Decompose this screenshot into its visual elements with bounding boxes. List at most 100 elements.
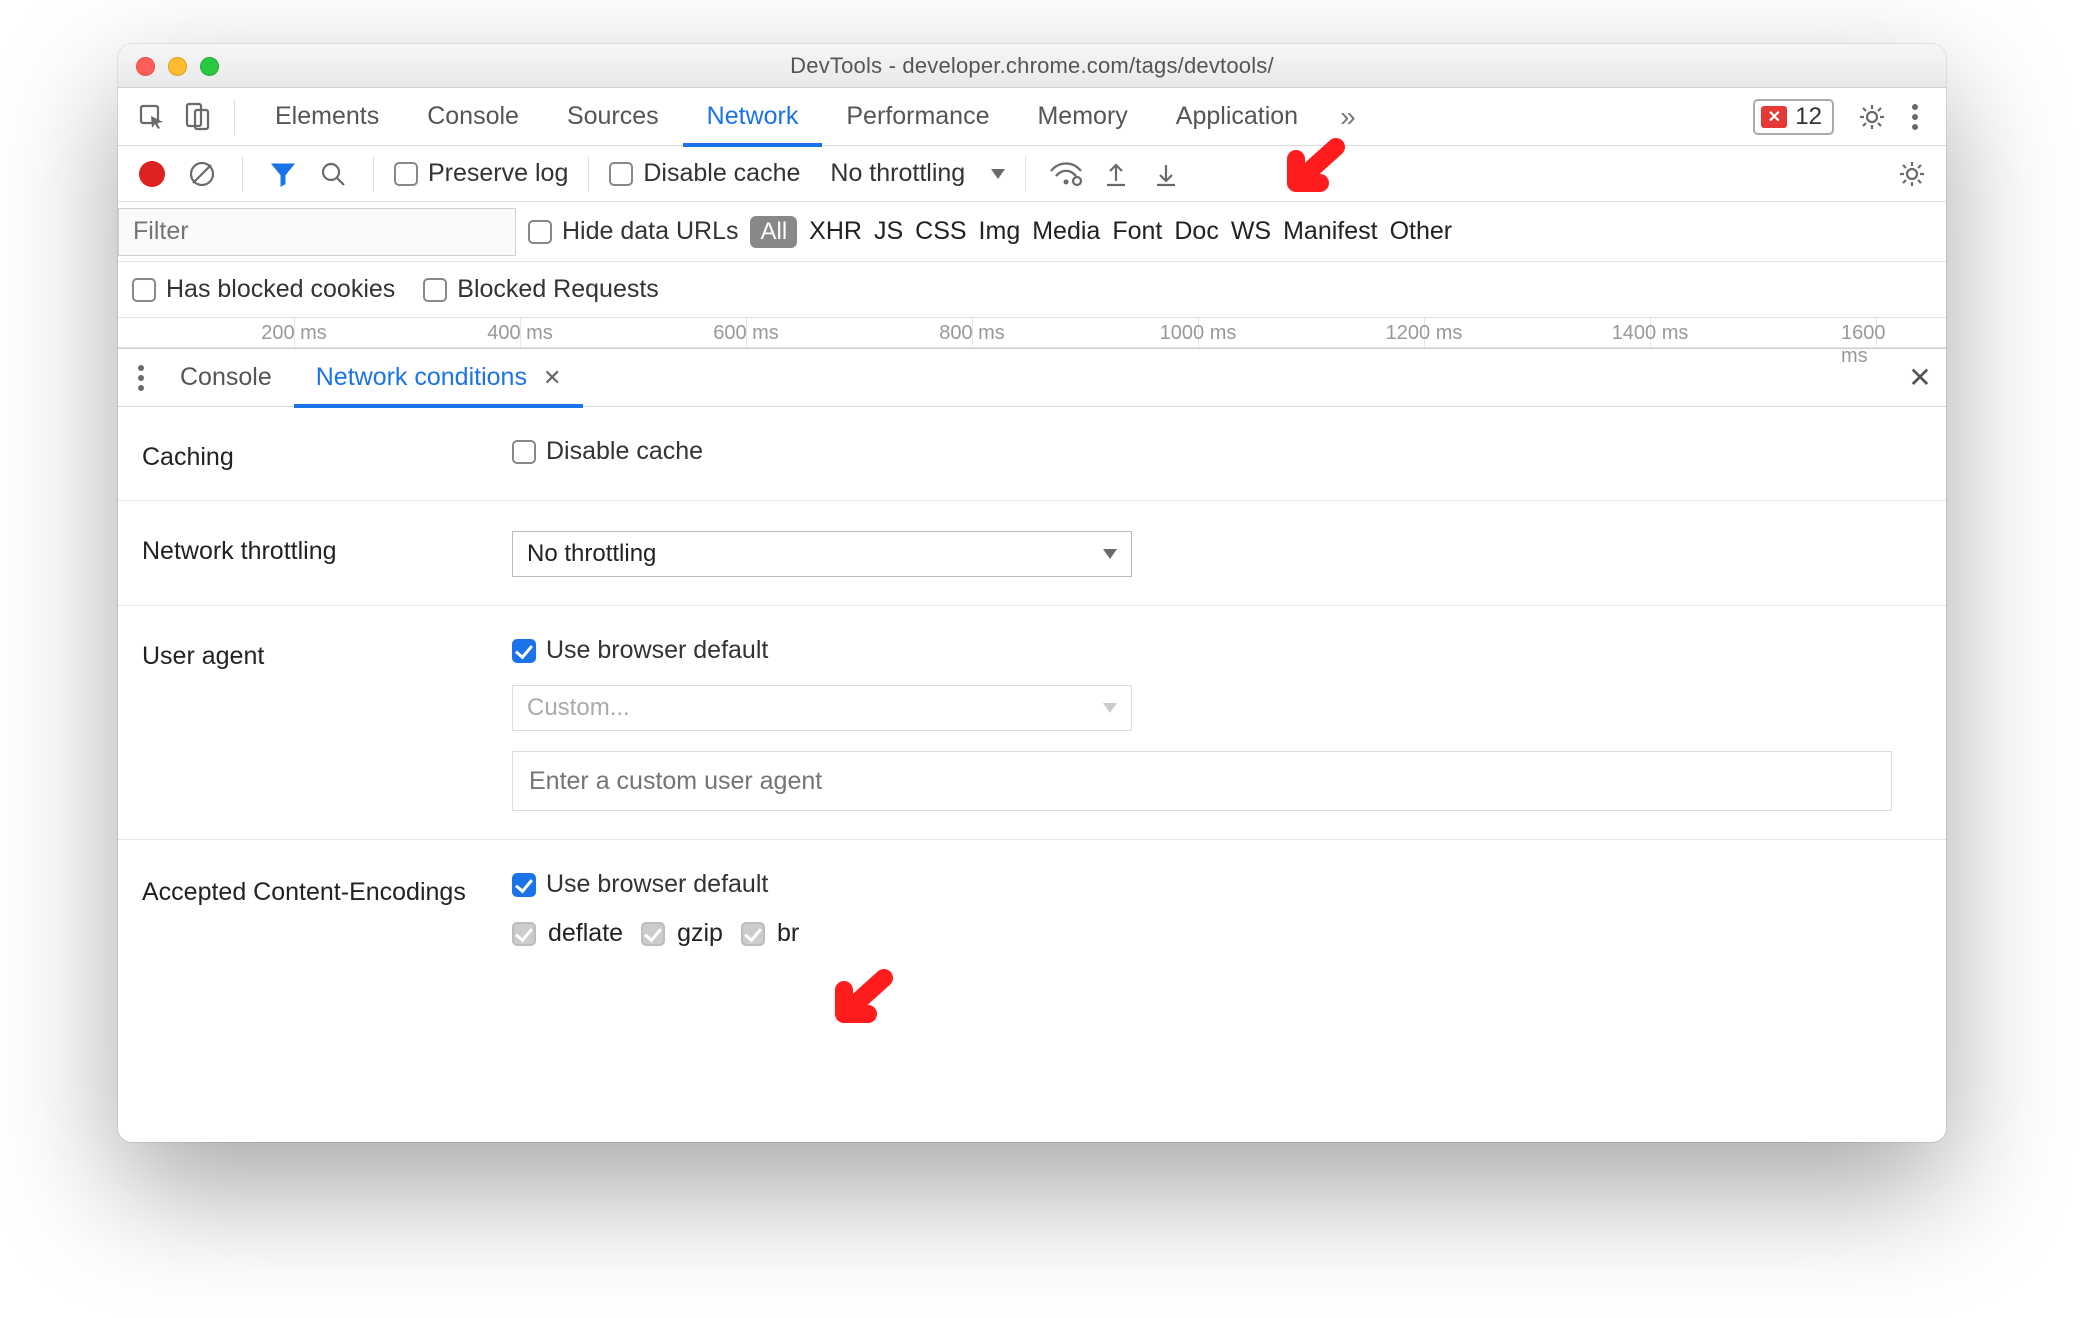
network-conditions-button[interactable] [1046, 154, 1086, 194]
tab-memory[interactable]: Memory [1013, 88, 1151, 146]
checkbox-icon [528, 220, 552, 244]
filter-toggle-button[interactable] [263, 154, 303, 194]
filter-type-img[interactable]: Img [979, 217, 1021, 246]
checkbox-label: Blocked Requests [457, 275, 659, 304]
panel-tabs: Elements Console Sources Network Perform… [251, 88, 1322, 146]
minimize-window-button[interactable] [168, 57, 187, 76]
checkbox-icon [741, 922, 765, 946]
checkbox-icon [394, 162, 418, 186]
throttling-select[interactable]: No throttling [830, 159, 1005, 188]
separator [234, 99, 235, 135]
tab-application[interactable]: Application [1152, 88, 1322, 146]
nc-encoding-gzip: gzip [641, 919, 723, 948]
nc-encoding-deflate: deflate [512, 919, 623, 948]
row-label: Network throttling [142, 531, 512, 566]
checkbox-label: Has blocked cookies [166, 275, 395, 304]
chevron-down-icon [991, 169, 1005, 179]
gear-icon [1857, 102, 1887, 132]
export-har-button[interactable] [1146, 154, 1186, 194]
row-label: Caching [142, 437, 512, 472]
tab-console[interactable]: Console [403, 88, 543, 146]
timeline-tick: 800 ms [939, 322, 1005, 345]
hide-data-urls-checkbox[interactable]: Hide data URLs [528, 217, 738, 246]
more-tabs-button[interactable]: » [1328, 101, 1368, 133]
separator [588, 156, 589, 192]
tab-sources[interactable]: Sources [543, 88, 683, 146]
timeline-tick: 200 ms [261, 322, 327, 345]
clear-button[interactable] [182, 154, 222, 194]
filter-input[interactable] [118, 208, 516, 256]
tab-label: Performance [846, 102, 989, 131]
chevron-right-icon: » [1340, 101, 1356, 132]
close-icon: ✕ [1908, 361, 1931, 394]
filter-type-css[interactable]: CSS [915, 217, 966, 246]
drawer-kebab-button[interactable] [124, 358, 158, 398]
checkbox-icon [512, 639, 536, 663]
record-button[interactable] [132, 154, 172, 194]
has-blocked-cookies-checkbox[interactable]: Has blocked cookies [132, 275, 395, 304]
nc-encodings-default-checkbox[interactable]: Use browser default [512, 870, 1922, 899]
timeline-tick: 1200 ms [1386, 322, 1463, 345]
nc-throttling-select[interactable]: No throttling [512, 531, 1132, 577]
row-label: Accepted Content-Encodings [142, 870, 512, 909]
checkbox-icon [512, 440, 536, 464]
settings-button[interactable] [1852, 97, 1892, 137]
gear-icon [1897, 159, 1927, 189]
filter-type-font[interactable]: Font [1112, 217, 1162, 246]
filter-type-doc[interactable]: Doc [1174, 217, 1218, 246]
tab-label: Sources [567, 102, 659, 131]
filter-type-media[interactable]: Media [1032, 217, 1100, 246]
tab-label: Network conditions [316, 363, 527, 392]
checkbox-label: Disable cache [643, 159, 800, 188]
drawer-tab-console[interactable]: Console [158, 349, 294, 407]
tab-elements[interactable]: Elements [251, 88, 403, 146]
timeline-overview[interactable]: 200 ms 400 ms 600 ms 800 ms 1000 ms 1200… [118, 318, 1946, 348]
tab-label: Elements [275, 102, 379, 131]
nc-useragent-default-checkbox[interactable]: Use browser default [512, 636, 1922, 665]
inspect-element-icon[interactable] [132, 97, 172, 137]
disable-cache-checkbox[interactable]: Disable cache [609, 159, 800, 188]
nc-disable-cache-checkbox[interactable]: Disable cache [512, 437, 1922, 466]
checkbox-label: Disable cache [546, 437, 703, 466]
tab-performance[interactable]: Performance [822, 88, 1013, 146]
timeline-tick: 600 ms [713, 322, 779, 345]
search-icon [320, 161, 346, 187]
kebab-menu-button[interactable] [1898, 97, 1932, 137]
filter-type-other[interactable]: Other [1390, 217, 1453, 246]
close-window-button[interactable] [136, 57, 155, 76]
funnel-icon [270, 161, 296, 187]
encoding-label: gzip [677, 919, 723, 948]
upload-icon [1104, 161, 1128, 187]
filter-type-xhr[interactable]: XHR [809, 217, 862, 246]
timeline-tick: 1600 ms [1841, 322, 1911, 368]
window-title: DevTools - developer.chrome.com/tags/dev… [118, 53, 1946, 79]
separator [242, 156, 243, 192]
error-icon: ✕ [1761, 106, 1787, 128]
checkbox-icon [423, 278, 447, 302]
blocked-requests-checkbox[interactable]: Blocked Requests [423, 275, 659, 304]
network-toolbar: Preserve log Disable cache No throttling [118, 146, 1946, 202]
preserve-log-checkbox[interactable]: Preserve log [394, 159, 568, 188]
chevron-down-icon [1103, 703, 1117, 713]
filter-all-button[interactable]: All [750, 216, 797, 248]
network-settings-button[interactable] [1892, 154, 1932, 194]
error-counter[interactable]: ✕ 12 [1753, 99, 1834, 135]
nc-row-encodings: Accepted Content-Encodings Use browser d… [118, 840, 1946, 976]
checkbox-label: Preserve log [428, 159, 568, 188]
search-button[interactable] [313, 154, 353, 194]
nc-useragent-input [512, 751, 1892, 811]
drawer-tab-network-conditions[interactable]: Network conditions ✕ [294, 349, 584, 407]
filter-type-manifest[interactable]: Manifest [1283, 217, 1377, 246]
wifi-gear-icon [1049, 161, 1083, 187]
main-tabbar: Elements Console Sources Network Perform… [118, 88, 1946, 146]
tab-network[interactable]: Network [683, 88, 823, 146]
zoom-window-button[interactable] [200, 57, 219, 76]
close-tab-icon[interactable]: ✕ [543, 365, 561, 391]
filter-type-js[interactable]: JS [874, 217, 903, 246]
import-har-button[interactable] [1096, 154, 1136, 194]
cookies-bar: Has blocked cookies Blocked Requests [118, 262, 1946, 318]
filter-type-ws[interactable]: WS [1231, 217, 1271, 246]
select-value: No throttling [527, 540, 656, 568]
encoding-label: br [777, 919, 799, 948]
toggle-device-toolbar-icon[interactable] [178, 97, 218, 137]
